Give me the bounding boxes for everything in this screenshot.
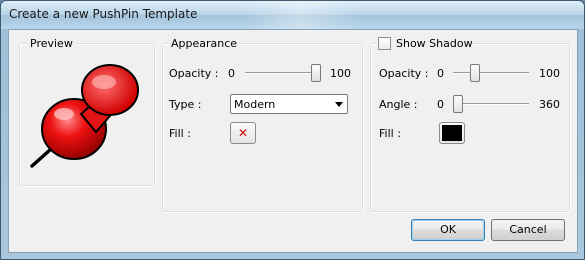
slider-thumb[interactable] <box>453 95 463 113</box>
pushpin-icon <box>30 64 139 168</box>
shadow-fill-label: Fill : <box>379 127 401 140</box>
cancel-button[interactable]: Cancel <box>491 219 565 241</box>
dialog-client-area: Preview Appearance Opacity: 0 100 Type … <box>8 29 578 253</box>
preview-group: Preview <box>19 37 155 186</box>
preview-legend: Preview <box>28 37 75 50</box>
appearance-opacity-min: 0 <box>228 67 235 80</box>
chevron-down-icon <box>335 102 343 107</box>
show-shadow-checkbox[interactable] <box>378 37 391 50</box>
slider-track <box>453 72 529 74</box>
appearance-fill-button[interactable]: ✕ <box>230 122 256 144</box>
red-x-icon: ✕ <box>237 126 249 140</box>
appearance-opacity-slider[interactable] <box>245 64 321 82</box>
shadow-group: Show Shadow Opacity : 0 100 Angle : 0 36… <box>370 36 570 212</box>
slider-thumb[interactable] <box>469 64 480 82</box>
appearance-fill-label: Fill : <box>169 127 191 140</box>
shadow-opacity-min: 0 <box>437 67 444 80</box>
appearance-opacity-max: 100 <box>330 67 351 80</box>
window-title: Create a new PushPin Template <box>9 7 198 21</box>
shadow-angle-label: Angle : <box>379 98 418 111</box>
shadow-angle-slider[interactable] <box>453 95 529 113</box>
show-shadow-legend: Show Shadow <box>376 36 473 52</box>
slider-track <box>245 72 321 74</box>
appearance-group: Appearance Opacity : 0 100 Type : Modern… <box>162 37 363 212</box>
dialog-window: Create a new PushPin Template Preview Ap… <box>0 0 585 260</box>
slider-track <box>453 103 529 105</box>
shadow-angle-min: 0 <box>437 98 444 111</box>
type-dropdown[interactable]: Modern <box>230 94 348 114</box>
ok-button[interactable]: OK <box>411 219 485 241</box>
show-shadow-label[interactable]: Show Shadow <box>396 37 473 50</box>
title-bar[interactable]: Create a new PushPin Template <box>1 1 584 29</box>
appearance-legend: Appearance <box>169 37 240 50</box>
shadow-opacity-label: Opacity : <box>379 67 429 80</box>
type-dropdown-value: Modern <box>234 98 276 111</box>
shadow-angle-max: 360 <box>539 98 560 111</box>
appearance-opacity-label: Opacity : <box>169 67 219 80</box>
slider-thumb[interactable] <box>311 64 321 82</box>
type-label: Type : <box>169 98 202 111</box>
shadow-opacity-slider[interactable] <box>453 64 529 82</box>
shadow-fill-button[interactable] <box>439 122 465 144</box>
color-swatch <box>442 125 462 141</box>
shadow-opacity-max: 100 <box>539 67 560 80</box>
